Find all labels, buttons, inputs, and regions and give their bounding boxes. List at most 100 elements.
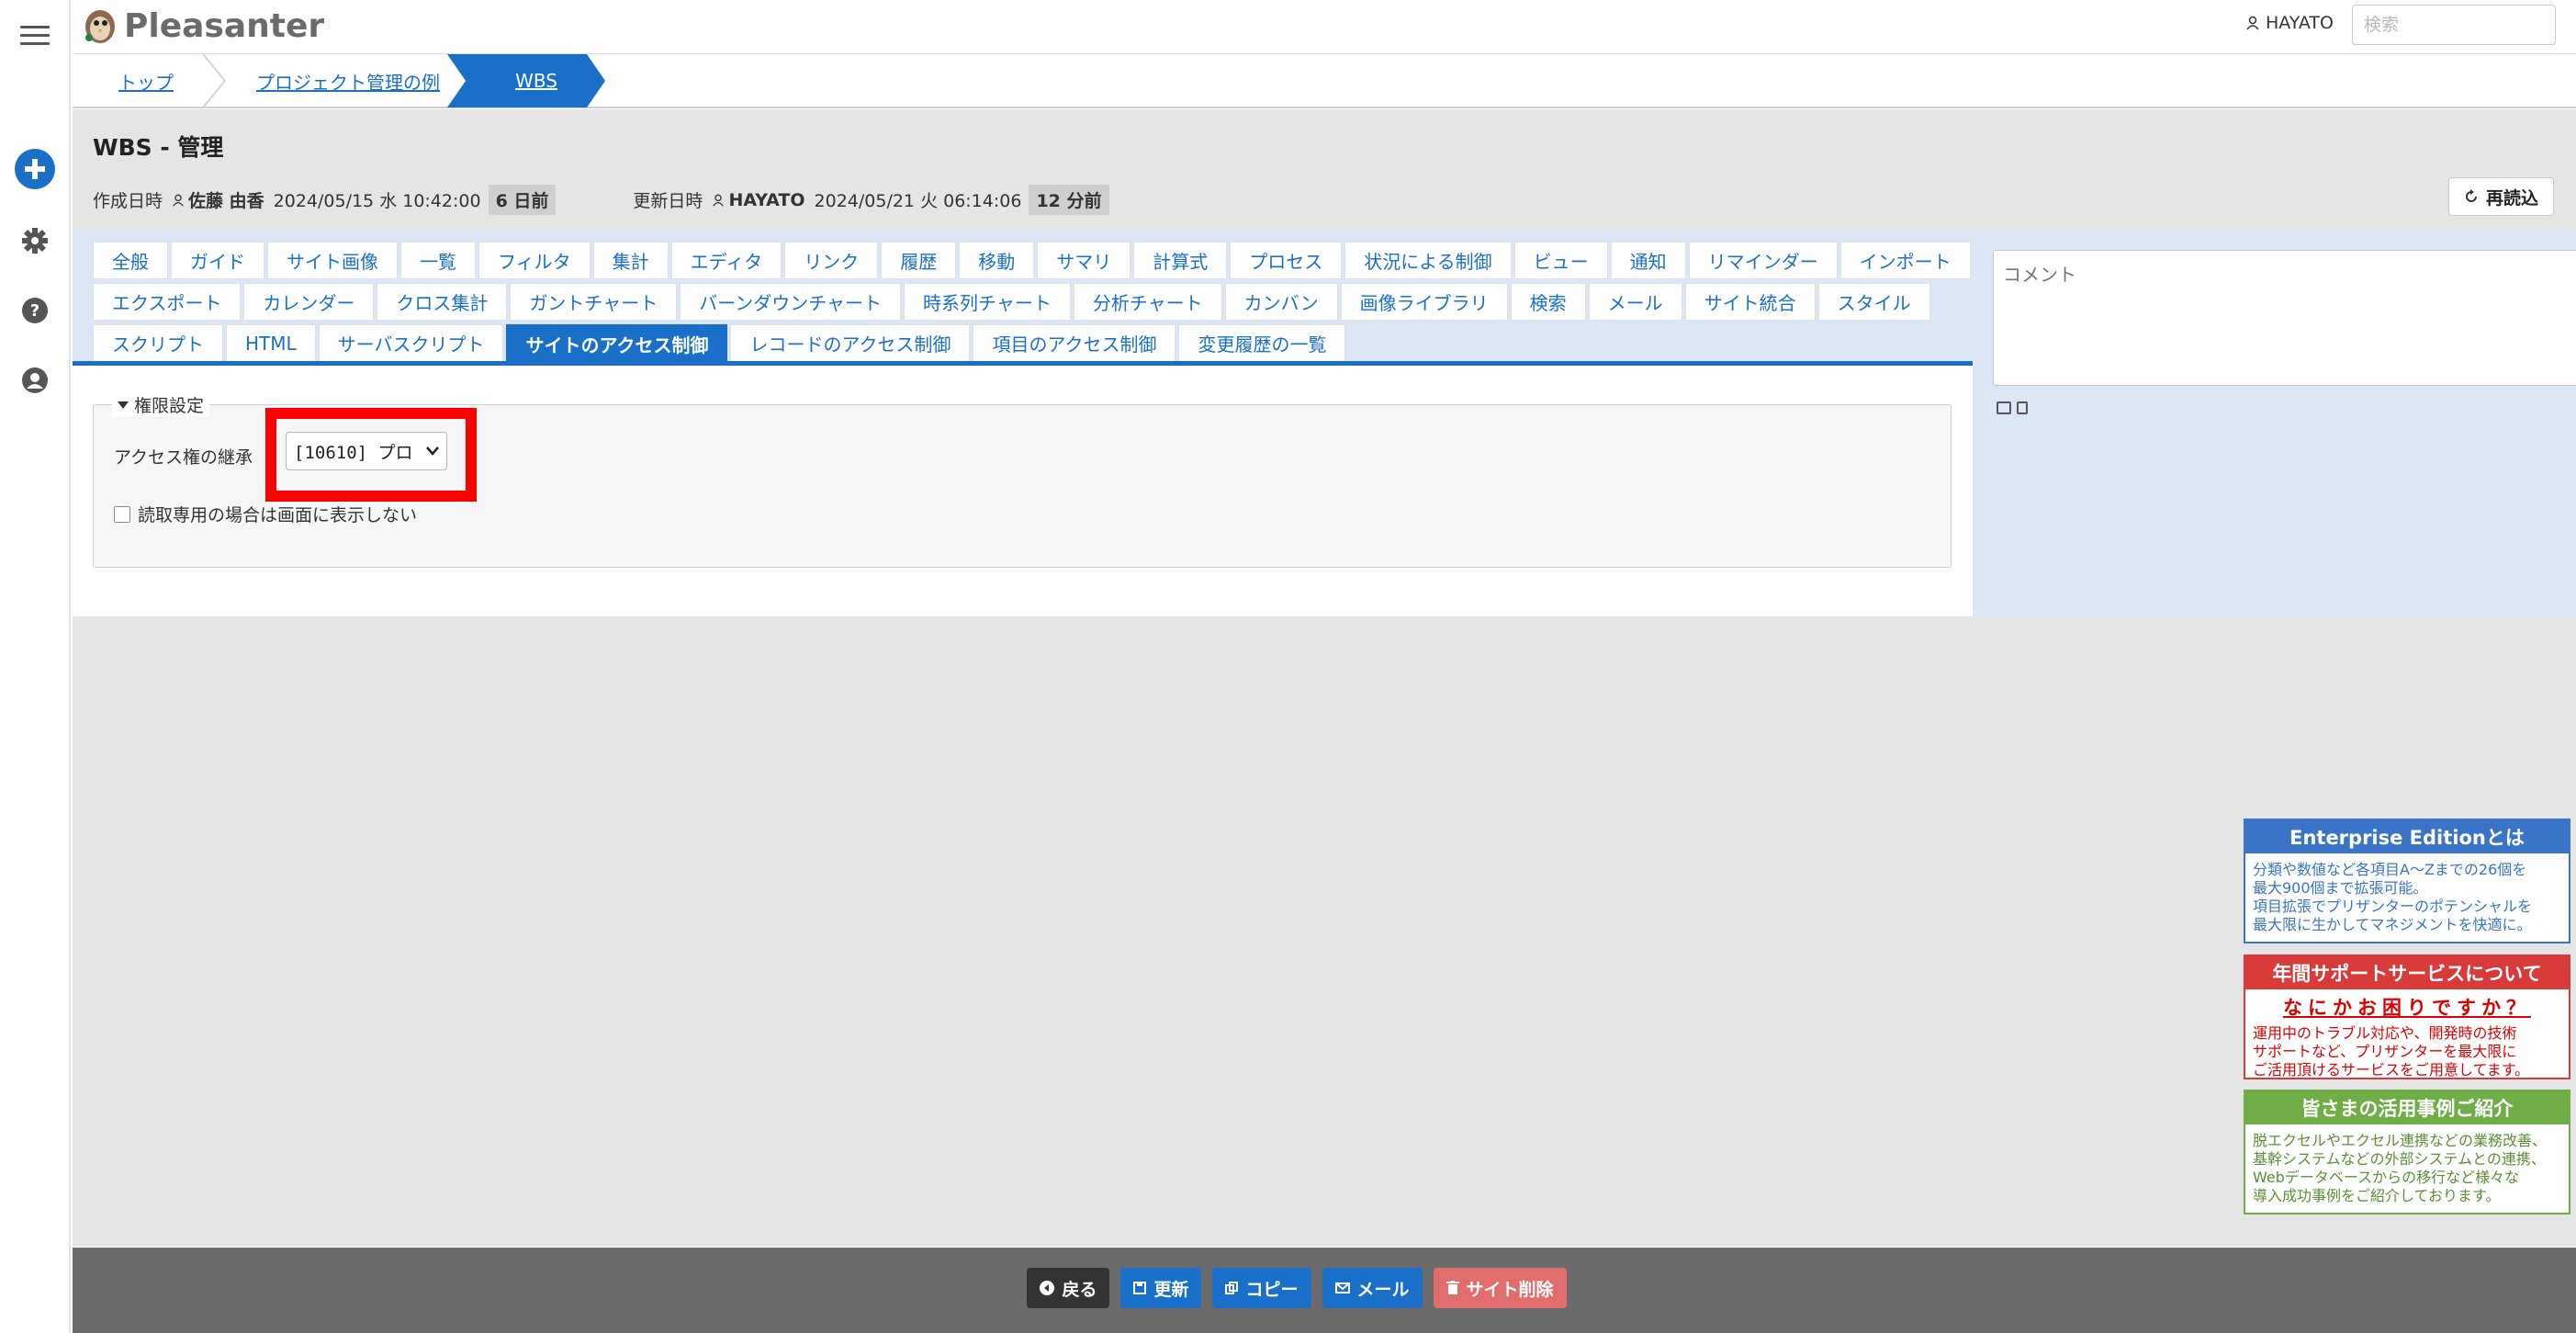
tab-row1-12[interactable]: プロセス xyxy=(1230,242,1343,279)
tab-row3-3[interactable]: サイトのアクセス制御 xyxy=(506,324,728,364)
breadcrumb-item-top[interactable]: トップ xyxy=(118,54,174,107)
tab-row2-8[interactable]: 画像ライブラリ xyxy=(1340,283,1508,321)
help-icon[interactable]: ? xyxy=(15,290,55,331)
search-input[interactable] xyxy=(2352,5,2556,45)
mail-icon xyxy=(1334,1282,1350,1293)
back-label: 戻る xyxy=(1062,1279,1097,1300)
reload-label: 再読込 xyxy=(2485,187,2538,209)
breadcrumb-link-top[interactable]: トップ xyxy=(118,68,174,95)
tab-row1-16[interactable]: リマインダー xyxy=(1688,242,1838,279)
user-icon xyxy=(713,194,725,207)
tab-row1-2[interactable]: サイト画像 xyxy=(267,242,398,279)
refresh-icon xyxy=(2466,189,2477,202)
tab-row2-10[interactable]: メール xyxy=(1588,283,1682,321)
header: Pleasanter HAYATO xyxy=(73,0,2576,53)
hide-readonly-checkbox[interactable] xyxy=(114,505,130,523)
tab-row2-6[interactable]: 分析チャート xyxy=(1073,283,1222,321)
tab-row3-2[interactable]: サーバスクリプト xyxy=(318,324,504,362)
tab-row3-5[interactable]: 項目のアクセス制御 xyxy=(973,324,1176,362)
tab-row1-11[interactable]: 計算式 xyxy=(1133,242,1228,279)
breadcrumb-link-wbs[interactable]: WBS xyxy=(467,54,605,107)
hide-readonly-label: 読取専用の場合は画面に表示しない xyxy=(138,505,418,525)
tab-row1-6[interactable]: エディタ xyxy=(670,242,782,279)
current-user[interactable]: HAYATO xyxy=(2245,13,2334,33)
update-label: 更新 xyxy=(1153,1279,1189,1300)
tab-row3-0[interactable]: スクリプト xyxy=(93,324,223,362)
record-meta: 作成日時 佐藤 由香 2024/05/15 水 10:42:00 6 日前 更新… xyxy=(93,185,1109,215)
tab-row1-1[interactable]: ガイド xyxy=(171,242,264,279)
tab-row1-8[interactable]: 履歴 xyxy=(881,242,957,279)
tab-row2-11[interactable]: サイト統合 xyxy=(1684,283,1816,321)
image-icon[interactable] xyxy=(1997,401,2011,414)
tab-row1-4[interactable]: フィルタ xyxy=(478,242,591,279)
hamburger-menu-icon[interactable] xyxy=(15,15,55,55)
tab-row1-0[interactable]: 全般 xyxy=(93,242,168,279)
updated-ago-badge: 12 分前 xyxy=(1029,185,1109,215)
tab-row2-7[interactable]: カンバン xyxy=(1224,283,1338,321)
tab-row1-13[interactable]: 状況による制御 xyxy=(1344,242,1512,279)
inherit-permission-select[interactable]: [10610] プロジェクト管理の例 xyxy=(286,432,447,470)
reload-button[interactable]: 再読込 xyxy=(2447,177,2554,216)
promo-line: 項目拡張でプリザンターのポテンシャルを xyxy=(2253,898,2533,915)
tab-row2-4[interactable]: バーンダウンチャート xyxy=(680,283,902,321)
tab-row2-1[interactable]: カレンダー xyxy=(243,283,375,321)
legend-label: 権限設定 xyxy=(134,396,205,416)
hide-readonly-option[interactable]: 読取専用の場合は画面に表示しない xyxy=(114,502,417,526)
tab-row3-1[interactable]: HTML xyxy=(226,324,316,362)
collapse-triangle-icon[interactable] xyxy=(118,401,129,409)
tab-row1-3[interactable]: 一覧 xyxy=(400,242,476,279)
tab-row1-14[interactable]: ビュー xyxy=(1513,242,1608,279)
created-user[interactable]: 佐藤 由香 xyxy=(172,187,264,212)
mail-button[interactable]: メール xyxy=(1322,1268,1423,1308)
promo-line: サポートなど、プリザンターを最大限に xyxy=(2253,1043,2517,1060)
user-icon xyxy=(2246,16,2259,30)
tab-row: スクリプト HTML サーバスクリプト サイトのアクセス制御 レコードのアクセス制御 項目… xyxy=(93,322,1966,364)
update-button[interactable]: 更新 xyxy=(1120,1268,1202,1308)
tab-row2-9[interactable]: 検索 xyxy=(1510,283,1586,321)
breadcrumb-item-project[interactable]: プロジェクト管理の例 xyxy=(256,54,440,107)
tab-row1-5[interactable]: 集計 xyxy=(592,242,669,279)
editor-area: 全般 ガイド サイト画像 一覧 フィルタ 集計 エディタ リンク 履歴 移動 サマリ 計算式 プロセス状… xyxy=(73,231,1973,616)
promo-enterprise-edition[interactable]: Enterprise Editionとは 分類や数値など各項目A～Zまでの26個… xyxy=(2244,819,2570,943)
tab-row2-0[interactable]: エクスポート xyxy=(93,283,242,321)
delete-site-button[interactable]: サイト削除 xyxy=(1433,1268,1567,1308)
promo-annual-support[interactable]: 年間サポートサービスについて なにかお困りですか？ 運用中のトラブル対応や、開発… xyxy=(2244,955,2570,1079)
app-logo[interactable]: Pleasanter xyxy=(80,2,324,50)
promo-line: 運用中のトラブル対応や、開発時の技術 xyxy=(2253,1024,2517,1042)
copy-button[interactable]: コピー xyxy=(1212,1268,1311,1308)
permission-settings-legend[interactable]: 権限設定 xyxy=(112,392,210,417)
updated-user[interactable]: HAYATO xyxy=(712,190,805,210)
chevron-down-icon xyxy=(426,446,439,456)
tab-row2-3[interactable]: ガントチャート xyxy=(510,283,678,321)
file-icon[interactable] xyxy=(2017,401,2028,414)
user-icon[interactable] xyxy=(15,360,55,401)
logo-mascot-icon xyxy=(85,10,115,43)
tab-row2-12[interactable]: スタイル xyxy=(1817,283,1930,321)
comment-input[interactable] xyxy=(1993,250,2576,386)
gear-icon[interactable] xyxy=(15,220,55,261)
back-button[interactable]: 戻る xyxy=(1027,1268,1110,1308)
breadcrumb-item-wbs[interactable]: WBS xyxy=(447,54,605,107)
breadcrumb-link-project[interactable]: プロジェクト管理の例 xyxy=(256,68,440,95)
promo-use-cases[interactable]: 皆さまの活用事例ご紹介 脱エクセルやエクセル連携などの業務改善、 基幹システムな… xyxy=(2244,1090,2570,1214)
user-icon xyxy=(173,194,184,207)
tab-row1-17[interactable]: インポート xyxy=(1839,242,1971,279)
tab-row1-10[interactable]: サマリ xyxy=(1037,242,1131,279)
tab-row2-5[interactable]: 時系列チャート xyxy=(904,283,1071,321)
tab-row1-15[interactable]: 通知 xyxy=(1610,242,1686,279)
promo-line: 脱エクセルやエクセル連携などの業務改善、 xyxy=(2253,1132,2548,1149)
add-new-icon[interactable] xyxy=(15,149,55,189)
tab-row3-4[interactable]: レコードのアクセス制御 xyxy=(730,324,971,362)
copy-icon xyxy=(1225,1282,1239,1294)
promo-line: 最大900個まで拡張可能。 xyxy=(2253,879,2428,897)
tab-row1-9[interactable]: 移動 xyxy=(959,242,1035,279)
page-title: WBS - 管理 xyxy=(93,134,224,161)
promo-line: 分類や数値など各項目A～Zまでの26個を xyxy=(2253,861,2527,878)
copy-label: コピー xyxy=(1245,1279,1299,1300)
tab-row2-2[interactable]: クロス集計 xyxy=(377,283,508,321)
tab-row1-7[interactable]: リンク xyxy=(784,242,879,279)
promo-body: 脱エクセルやエクセル連携などの業務改善、 基幹システムなどの外部システムとの連携… xyxy=(2245,1124,2569,1213)
created-user-name: 佐藤 由香 xyxy=(188,191,264,211)
promo-body: 運用中のトラブル対応や、開発時の技術 サポートなど、プリザンターを最大限に ご活… xyxy=(2245,1024,2569,1087)
tab-row3-6[interactable]: 変更履歴の一覧 xyxy=(1178,324,1346,362)
